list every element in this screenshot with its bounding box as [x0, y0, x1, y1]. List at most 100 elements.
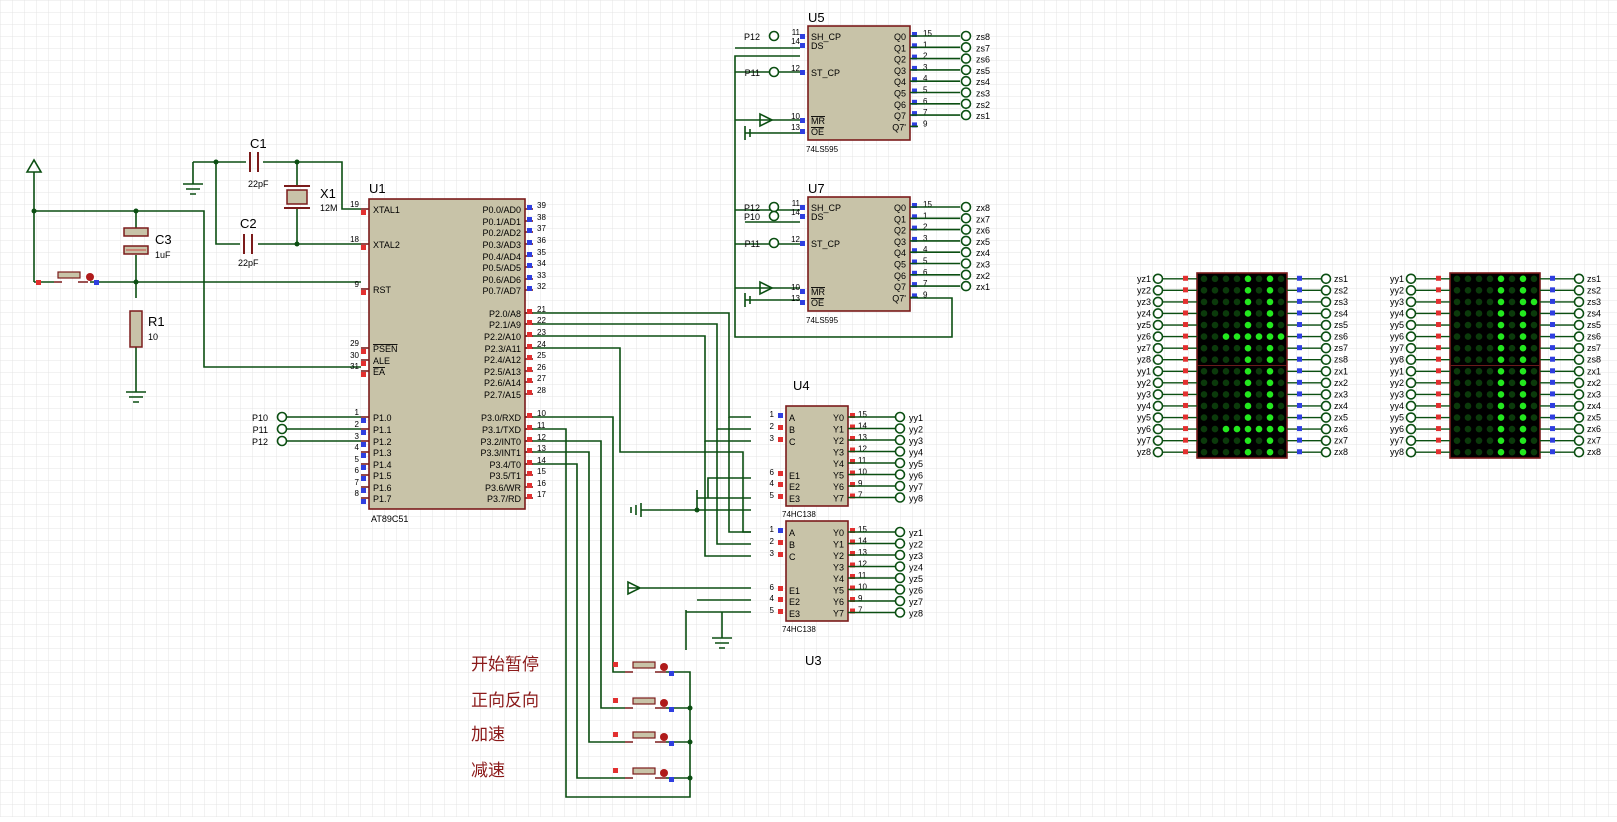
- output-terminal[interactable]: [894, 480, 906, 492]
- matrix-terminal[interactable]: [1152, 296, 1164, 308]
- matrix-terminal[interactable]: [1405, 446, 1417, 458]
- output-terminal[interactable]: [894, 607, 906, 618]
- matrix-terminal[interactable]: [1320, 285, 1332, 296]
- button-cap[interactable]: [632, 767, 656, 775]
- output-terminal[interactable]: [894, 457, 906, 469]
- matrix-terminal[interactable]: [1573, 400, 1585, 412]
- matrix-terminal[interactable]: [1320, 400, 1332, 412]
- output-terminal[interactable]: [960, 53, 972, 64]
- matrix-terminal[interactable]: [1573, 354, 1585, 366]
- output-terminal[interactable]: [960, 201, 972, 213]
- output-terminal[interactable]: [894, 572, 906, 584]
- matrix-terminal[interactable]: [1152, 389, 1164, 400]
- output-terminal[interactable]: [894, 526, 906, 538]
- matrix-terminal[interactable]: [1573, 365, 1585, 377]
- matrix-terminal[interactable]: [1405, 308, 1417, 319]
- output-terminal[interactable]: [894, 423, 906, 434]
- matrix-terminal[interactable]: [1320, 331, 1332, 342]
- output-terminal[interactable]: [960, 41, 972, 53]
- matrix-terminal[interactable]: [1320, 273, 1332, 285]
- output-terminal[interactable]: [960, 30, 972, 42]
- net-terminal[interactable]: [276, 435, 288, 447]
- net-terminal[interactable]: [768, 201, 780, 213]
- matrix-terminal[interactable]: [1152, 319, 1164, 331]
- matrix-terminal[interactable]: [1405, 285, 1417, 296]
- matrix-terminal[interactable]: [1152, 400, 1164, 412]
- matrix-terminal[interactable]: [1152, 342, 1164, 354]
- button-cap[interactable]: [632, 661, 656, 669]
- matrix-terminal[interactable]: [1573, 273, 1585, 285]
- output-terminal[interactable]: [894, 446, 906, 457]
- matrix-terminal[interactable]: [1573, 331, 1585, 342]
- net-terminal[interactable]: [768, 210, 780, 222]
- matrix-terminal[interactable]: [1320, 435, 1332, 446]
- output-terminal[interactable]: [960, 75, 972, 87]
- matrix-terminal[interactable]: [1405, 412, 1417, 423]
- output-terminal[interactable]: [960, 109, 972, 121]
- output-terminal[interactable]: [960, 235, 972, 247]
- matrix-terminal[interactable]: [1573, 435, 1585, 446]
- button-cap[interactable]: [632, 731, 656, 739]
- matrix-terminal[interactable]: [1320, 296, 1332, 308]
- matrix-terminal[interactable]: [1573, 446, 1585, 458]
- output-terminal[interactable]: [894, 561, 906, 572]
- matrix-terminal[interactable]: [1405, 354, 1417, 366]
- matrix-terminal[interactable]: [1320, 446, 1332, 458]
- output-terminal[interactable]: [960, 87, 972, 98]
- matrix-terminal[interactable]: [1573, 389, 1585, 400]
- net-terminal[interactable]: [276, 423, 288, 435]
- matrix-terminal[interactable]: [1152, 446, 1164, 458]
- matrix-terminal[interactable]: [1405, 400, 1417, 412]
- net-terminal[interactable]: [276, 411, 288, 423]
- output-terminal[interactable]: [960, 258, 972, 269]
- matrix-terminal[interactable]: [1320, 423, 1332, 435]
- matrix-terminal[interactable]: [1320, 308, 1332, 319]
- matrix-terminal[interactable]: [1320, 342, 1332, 354]
- output-terminal[interactable]: [960, 64, 972, 76]
- output-terminal[interactable]: [894, 469, 906, 480]
- matrix-terminal[interactable]: [1405, 319, 1417, 331]
- matrix-terminal[interactable]: [1405, 389, 1417, 400]
- matrix-terminal[interactable]: [1320, 412, 1332, 423]
- output-terminal[interactable]: [960, 280, 972, 292]
- matrix-terminal[interactable]: [1152, 435, 1164, 446]
- matrix-terminal[interactable]: [1573, 412, 1585, 423]
- matrix-terminal[interactable]: [1405, 331, 1417, 342]
- net-terminal[interactable]: [768, 30, 780, 42]
- net-terminal[interactable]: [768, 66, 780, 78]
- matrix-terminal[interactable]: [1152, 308, 1164, 319]
- matrix-terminal[interactable]: [1152, 331, 1164, 342]
- matrix-terminal[interactable]: [1573, 342, 1585, 354]
- matrix-terminal[interactable]: [1405, 423, 1417, 435]
- matrix-terminal[interactable]: [1152, 365, 1164, 377]
- output-terminal[interactable]: [960, 246, 972, 258]
- output-terminal[interactable]: [960, 224, 972, 235]
- matrix-terminal[interactable]: [1320, 389, 1332, 400]
- output-terminal[interactable]: [960, 269, 972, 281]
- matrix-terminal[interactable]: [1573, 377, 1585, 389]
- matrix-terminal[interactable]: [1573, 285, 1585, 296]
- output-terminal[interactable]: [894, 434, 906, 446]
- matrix-terminal[interactable]: [1573, 423, 1585, 435]
- output-terminal[interactable]: [894, 584, 906, 595]
- matrix-terminal[interactable]: [1320, 354, 1332, 366]
- output-terminal[interactable]: [894, 538, 906, 549]
- output-terminal[interactable]: [894, 595, 906, 607]
- matrix-terminal[interactable]: [1573, 296, 1585, 308]
- matrix-terminal[interactable]: [1152, 412, 1164, 423]
- matrix-terminal[interactable]: [1320, 319, 1332, 331]
- output-terminal[interactable]: [960, 213, 972, 224]
- output-terminal[interactable]: [894, 492, 906, 503]
- matrix-terminal[interactable]: [1320, 365, 1332, 377]
- output-terminal[interactable]: [894, 411, 906, 423]
- matrix-terminal[interactable]: [1152, 273, 1164, 285]
- matrix-terminal[interactable]: [1573, 308, 1585, 319]
- button-cap[interactable]: [632, 697, 656, 705]
- matrix-terminal[interactable]: [1152, 354, 1164, 366]
- matrix-terminal[interactable]: [1320, 377, 1332, 389]
- matrix-terminal[interactable]: [1152, 423, 1164, 435]
- matrix-terminal[interactable]: [1152, 285, 1164, 296]
- matrix-terminal[interactable]: [1405, 435, 1417, 446]
- matrix-terminal[interactable]: [1405, 377, 1417, 389]
- matrix-terminal[interactable]: [1405, 273, 1417, 285]
